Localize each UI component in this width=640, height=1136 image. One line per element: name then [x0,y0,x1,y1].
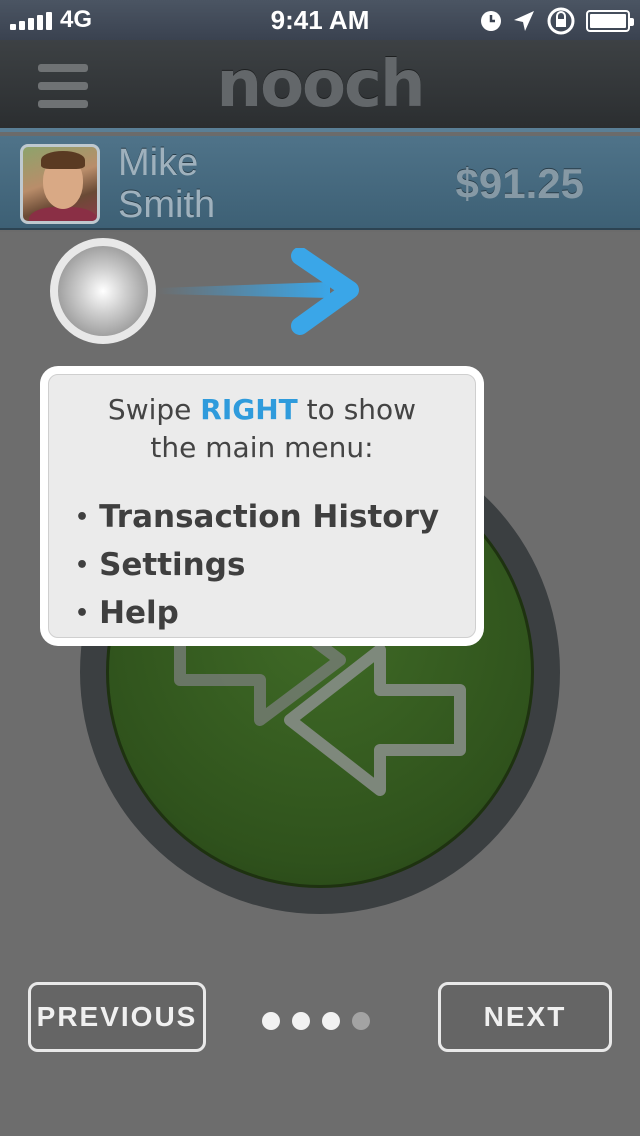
list-item-label: Settings [99,547,246,583]
next-button[interactable]: NEXT [438,982,612,1052]
user-name: Mike Smith [118,142,215,226]
nav-bar: nooch [0,40,640,132]
page-indicator [262,1012,370,1030]
account-balance: $91.25 [455,160,584,207]
list-item: • Transaction History [75,499,440,535]
swipe-prefix: Swipe [107,393,201,426]
tutorial-tooltip: Swipe RIGHT to show the main menu: • Tran… [40,366,484,646]
user-last-name: Smith [118,184,216,226]
list-item-label: Transaction History [99,499,440,535]
user-first-name: Mike [118,142,199,184]
list-item: • Settings [75,547,246,583]
tutorial-tooltip-body: Swipe RIGHT to show the main menu: • Tran… [48,374,476,638]
list-item: • Help [75,595,179,631]
page-dot [352,1012,370,1030]
previous-button[interactable]: PREVIOUS [28,982,206,1052]
app-logo: nooch [216,48,426,122]
status-icons [480,6,634,36]
avatar [20,144,100,224]
tutorial-instruction-line2: the main menu: [150,431,374,464]
page-dot-current [322,1012,340,1030]
swipe-touch-indicator [50,238,156,344]
battery-icon [586,10,634,32]
page-dot [292,1012,310,1030]
menu-items-list: • Transaction History • Settings • Help [75,493,439,637]
rotation-lock-icon [547,7,575,35]
location-arrow-icon [514,11,534,31]
user-header: Mike Smith $91.25 [0,136,640,230]
tutorial-instruction-line1: Swipe RIGHT to show [49,393,475,426]
clock-icon [481,11,501,31]
page-dot [262,1012,280,1030]
list-item-label: Help [99,595,179,631]
swipe-direction: RIGHT [200,393,298,426]
swipe-suffix: to show [297,393,417,426]
status-bar: 4G 9:41 AM [0,0,640,40]
swipe-right-arrow-icon [158,248,359,335]
